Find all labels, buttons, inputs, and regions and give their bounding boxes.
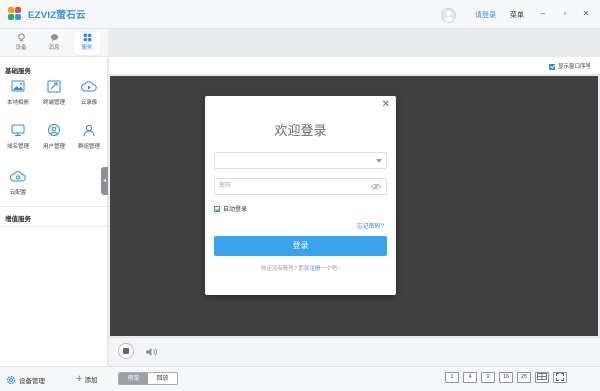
eye-hidden-icon[interactable] <box>371 183 381 190</box>
service-local-album[interactable]: 本地相册 <box>3 80 33 120</box>
auto-login-toggle[interactable]: 自动登录 <box>214 204 247 213</box>
playback-control-bar <box>109 337 600 366</box>
apps-icon <box>83 33 91 42</box>
add-device-button[interactable]: + 添加 <box>76 373 98 385</box>
user-avatar[interactable] <box>441 8 456 23</box>
register-link[interactable]: 注册 <box>309 266 320 272</box>
mode-tabs: 预览 回放 <box>118 372 178 385</box>
title-bar: EZVIZ萤石云 请登录 菜单 – ▫ ✕ <box>0 0 600 29</box>
message-icon <box>50 34 58 42</box>
device-manage-label: 设备管理 <box>19 378 45 385</box>
close-window-button[interactable]: ✕ <box>580 8 592 20</box>
sidebar-collapse-handle[interactable]: ◂ <box>101 167 108 195</box>
login-button[interactable]: 登录 <box>214 236 387 256</box>
group-icon <box>83 124 95 137</box>
chevron-down-icon[interactable] <box>376 159 382 163</box>
preview-toolbar: 显示窗口序号 <box>109 57 600 75</box>
auto-login-label: 自动登录 <box>223 207 248 213</box>
basic-services-title: 基础服务 <box>5 68 31 75</box>
account-field[interactable] <box>214 152 387 169</box>
menu-button[interactable]: 菜单 <box>510 10 524 20</box>
add-label: 添加 <box>84 377 98 384</box>
layout-16-button[interactable]: 16 <box>499 372 513 383</box>
device-icon <box>17 33 25 42</box>
register-suffix: 一个吧~ <box>320 266 341 272</box>
password-field[interactable]: 密码 <box>214 178 387 195</box>
password-placeholder: 密码 <box>219 183 232 189</box>
tab-preview[interactable]: 预览 <box>119 373 148 384</box>
layout-custom-button[interactable] <box>535 372 549 383</box>
nav-tabs: 设备 消息 服务 <box>0 29 108 57</box>
plus-icon: + <box>76 373 83 385</box>
tab-service-label: 服务 <box>81 45 93 51</box>
service-label: 本地相册 <box>6 100 29 106</box>
value-added-services-title: 增值服务 <box>5 216 31 223</box>
section-divider <box>0 226 107 227</box>
service-label: 云配置 <box>9 190 27 196</box>
grid-layout-icon <box>537 373 547 380</box>
service-label: 用户管理 <box>42 144 65 150</box>
cloud-config-icon <box>10 171 26 182</box>
service-label: 云录像 <box>80 100 98 106</box>
monitor-icon <box>11 124 25 136</box>
app-logo: EZVIZ萤石云 <box>8 7 86 21</box>
register-prefix: 你还没有账号? 那就 <box>260 266 310 272</box>
show-window-index-checkbox[interactable] <box>548 63 555 70</box>
device-manage-button[interactable]: 设备管理 <box>6 375 45 385</box>
layout-25-button[interactable]: 25 <box>517 372 531 383</box>
terminal-icon <box>47 80 61 93</box>
album-icon <box>11 80 25 92</box>
bottom-bar: 设备管理 + 添加 预览 回放 1 4 9 16 25 <box>0 366 600 391</box>
tab-message-label: 消息 <box>48 45 60 51</box>
cloud-record-icon <box>81 81 97 92</box>
service-group-manage[interactable]: 群组管理 <box>74 124 104 164</box>
maximize-button[interactable]: ▫ <box>559 8 571 20</box>
tab-device[interactable]: 设备 <box>8 32 34 55</box>
user-icon <box>48 124 60 136</box>
service-sidebar: 基础服务 本地相册 终端管理 云录像 域名管理 用户管理 群组管理 云配置 增值… <box>0 57 108 367</box>
ezviz-logo-icon <box>8 7 24 21</box>
close-icon[interactable]: ✕ <box>382 99 390 110</box>
section-divider <box>0 206 107 207</box>
login-dialog: ✕ 欢迎登录 密码 自动登录 忘记密码? 登录 你还没有账号? 那就注册一个吧~ <box>205 96 396 295</box>
tab-playback[interactable]: 回放 <box>148 373 177 384</box>
volume-icon[interactable] <box>145 347 159 357</box>
show-window-index-label: 显示窗口序号 <box>557 64 591 70</box>
brand-text: EZVIZ萤石云 <box>28 10 86 21</box>
forgot-password-link[interactable]: 忘记密码? <box>357 221 384 230</box>
fullscreen-button[interactable] <box>553 372 567 383</box>
service-label: 域名管理 <box>6 144 29 150</box>
show-window-index-toggle[interactable]: 显示窗口序号 <box>548 62 591 70</box>
register-prompt: 你还没有账号? 那就注册一个吧~ <box>205 264 396 272</box>
service-cloud-config[interactable]: 云配置 <box>3 170 33 210</box>
service-label: 群组管理 <box>77 144 100 150</box>
login-link[interactable]: 请登录 <box>475 10 496 20</box>
fullscreen-icon <box>556 373 564 381</box>
tab-device-label: 设备 <box>15 45 27 51</box>
service-domain-manage[interactable]: 域名管理 <box>3 124 33 164</box>
gear-icon <box>6 375 16 385</box>
service-label: 终端管理 <box>42 100 65 106</box>
auto-login-checkbox[interactable] <box>214 206 220 213</box>
service-cloud-record[interactable]: 云录像 <box>74 80 104 120</box>
tab-message[interactable]: 消息 <box>41 32 67 55</box>
window-layout-buttons: 1 4 9 16 25 <box>445 372 571 383</box>
stop-button[interactable] <box>118 343 134 359</box>
tab-service[interactable]: 服务 <box>74 32 100 55</box>
service-terminal-manage[interactable]: 终端管理 <box>39 80 69 120</box>
layout-1-button[interactable]: 1 <box>445 372 459 383</box>
login-title: 欢迎登录 <box>274 123 327 138</box>
layout-4-button[interactable]: 4 <box>463 372 477 383</box>
minimize-button[interactable]: – <box>537 8 549 20</box>
service-user-manage[interactable]: 用户管理 <box>39 124 69 164</box>
layout-9-button[interactable]: 9 <box>481 372 495 383</box>
